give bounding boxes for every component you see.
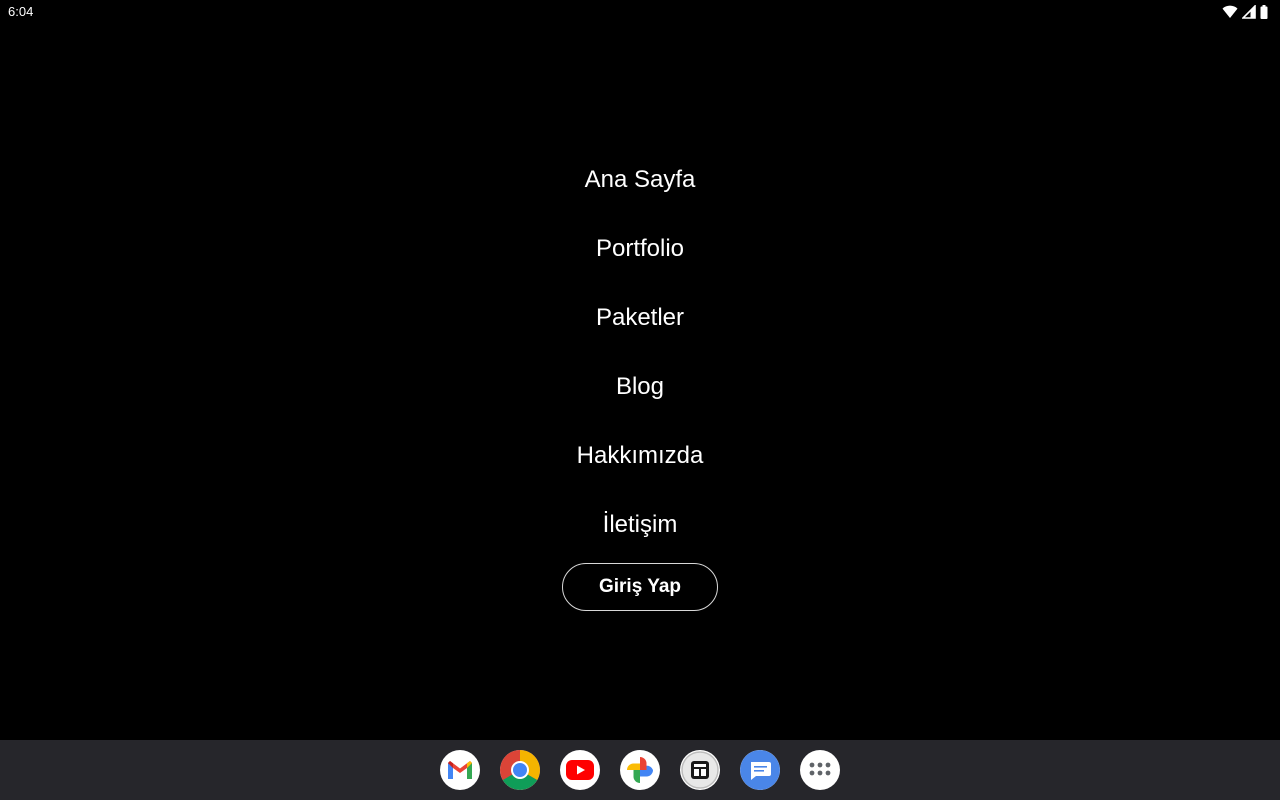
store-app-button[interactable] bbox=[680, 750, 720, 790]
youtube-app-button[interactable] bbox=[560, 750, 600, 790]
status-time: 6:04 bbox=[8, 4, 34, 19]
menu-item-iletisim[interactable]: İletişim bbox=[593, 490, 688, 559]
messages-app-button[interactable] bbox=[740, 750, 780, 790]
app-drawer-button[interactable] bbox=[800, 750, 840, 790]
chrome-icon bbox=[500, 750, 540, 790]
chrome-app-button[interactable] bbox=[500, 750, 540, 790]
menu-item-paketler[interactable]: Paketler bbox=[586, 283, 694, 352]
battery-icon bbox=[1260, 5, 1268, 19]
menu-item-blog[interactable]: Blog bbox=[606, 352, 674, 421]
wifi-icon bbox=[1222, 5, 1238, 19]
menu-item-hakkimizda[interactable]: Hakkımızda bbox=[567, 421, 714, 490]
photos-icon bbox=[625, 755, 655, 785]
dock bbox=[0, 740, 1280, 800]
menu-item-ana-sayfa[interactable]: Ana Sayfa bbox=[575, 145, 706, 214]
app-screen: 6:04 Ana Sayfa Portfolio Paketler Blog H… bbox=[0, 0, 1280, 800]
nav-menu: Ana Sayfa Portfolio Paketler Blog Hakkım… bbox=[0, 145, 1280, 611]
youtube-icon bbox=[566, 760, 594, 780]
status-icons bbox=[1222, 4, 1268, 20]
store-icon bbox=[680, 750, 720, 790]
messages-icon bbox=[740, 750, 780, 790]
photos-app-button[interactable] bbox=[620, 750, 660, 790]
gmail-app-button[interactable] bbox=[440, 750, 480, 790]
gmail-icon bbox=[446, 759, 474, 781]
status-bar: 6:04 bbox=[0, 0, 1280, 24]
login-button[interactable]: Giriş Yap bbox=[562, 563, 718, 611]
cellular-signal-icon bbox=[1242, 5, 1256, 19]
menu-item-portfolio[interactable]: Portfolio bbox=[586, 214, 694, 283]
app-drawer-icon bbox=[809, 762, 831, 778]
